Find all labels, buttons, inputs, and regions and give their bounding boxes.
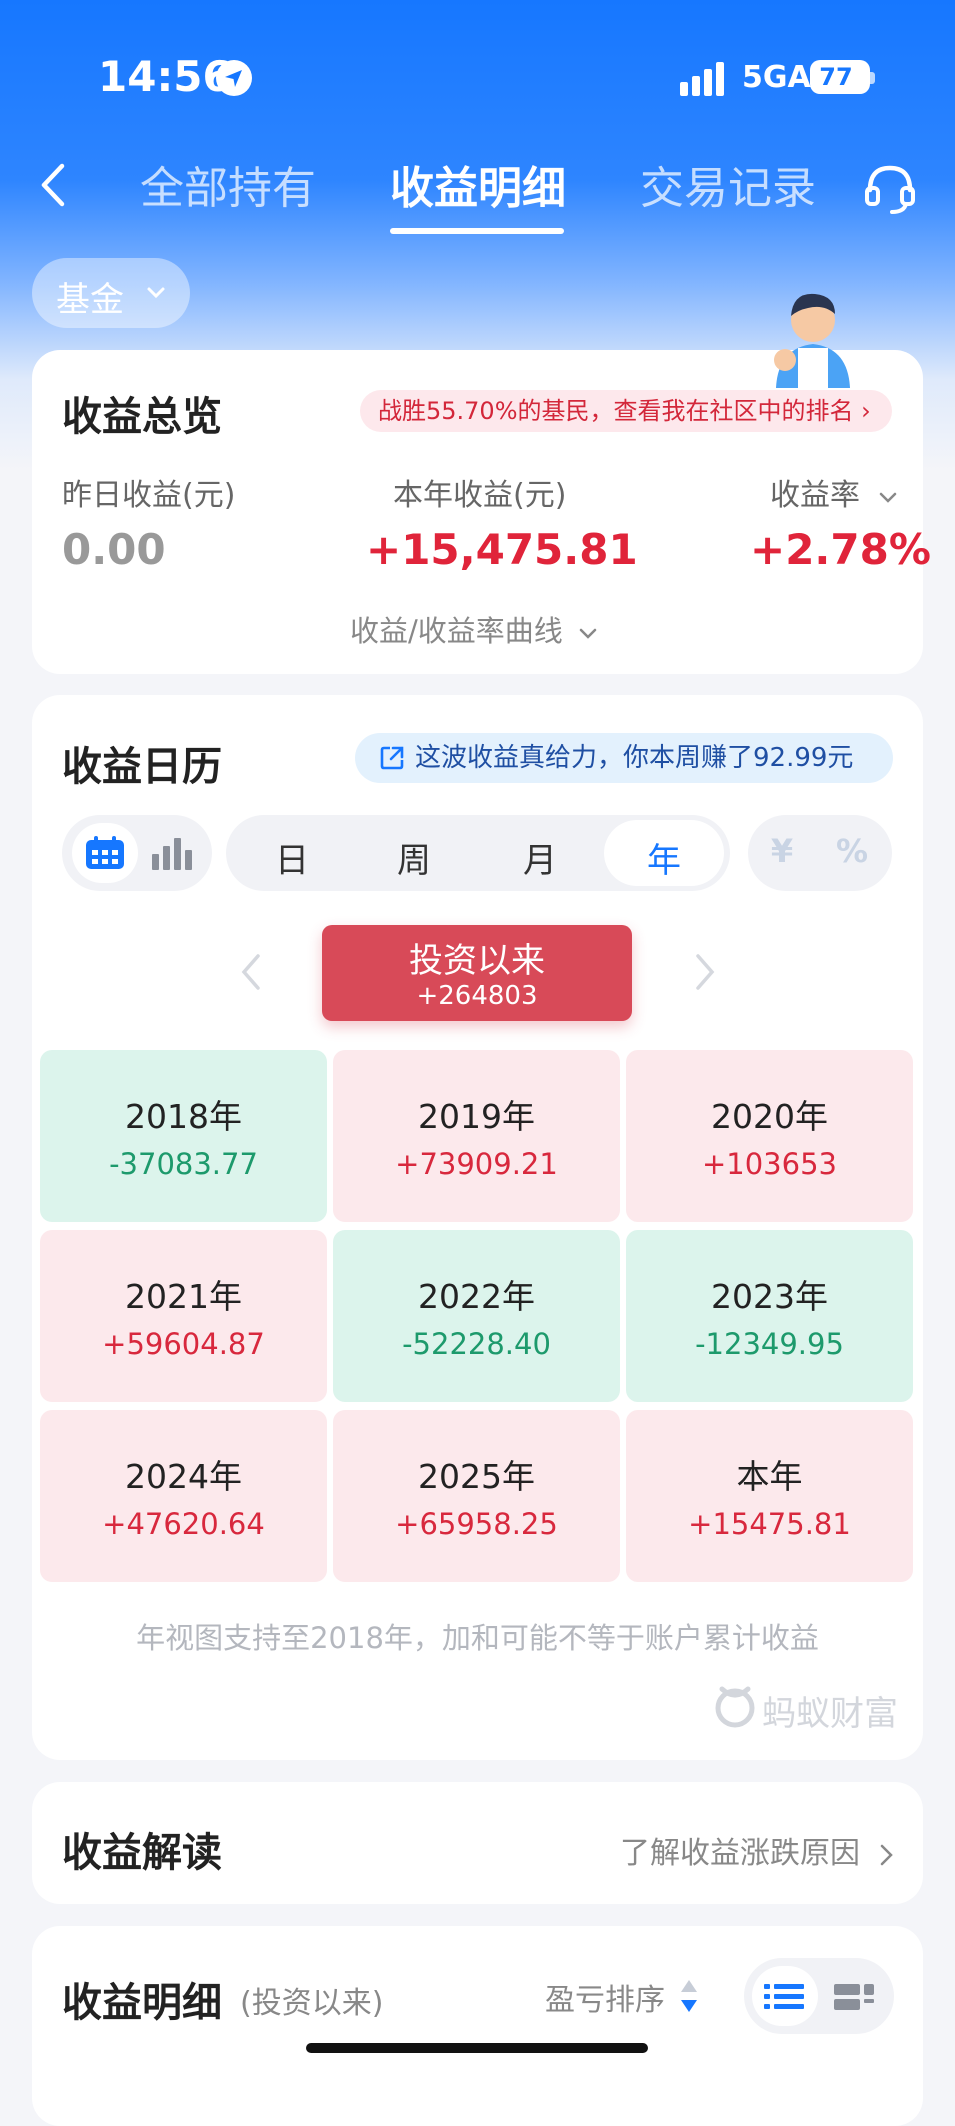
period-month[interactable]: 月 [500, 833, 580, 882]
calendar-title: 收益日历 [62, 744, 222, 790]
profit-rate-label: 收益率 [770, 478, 860, 513]
status-time: 14:56 [98, 52, 232, 101]
profit-curve-toggle[interactable]: 收益/收益率曲线 [350, 608, 600, 650]
period-day[interactable]: 日 [252, 833, 332, 882]
previous-range-button[interactable] [238, 950, 264, 1004]
year-cell[interactable]: 2025年 +65958.25 [333, 1410, 620, 1582]
sort-icon [678, 1976, 700, 2016]
ranking-badge[interactable]: 战胜55.70%的基民，查看我在社区中的排名 › [360, 390, 892, 432]
year-label: 2023年 [711, 1277, 828, 1316]
chevron-left-icon [241, 954, 260, 990]
signal-strength-icon [680, 62, 728, 96]
year-cell[interactable]: 2022年 -52228.40 [333, 1230, 620, 1402]
yesterday-profit-label: 昨日收益(元) [62, 478, 236, 513]
ant-fortune-logo [712, 1683, 758, 1729]
card-layout-icon [834, 1984, 874, 2010]
year-cell[interactable]: 2020年 +103653 [626, 1050, 913, 1222]
year-profit-value: +15,475.81 [366, 525, 638, 574]
location-arrow-icon [216, 60, 252, 96]
home-indicator [306, 2043, 648, 2053]
profit-rate-selector[interactable]: 收益率 [770, 470, 900, 514]
bar-chart-icon [152, 838, 192, 870]
interpretation-link[interactable]: 了解收益涨跌原因 [620, 1828, 896, 1872]
range-total-value: +264803 [416, 981, 538, 1011]
year-cell[interactable]: 本年 +15475.81 [626, 1410, 913, 1582]
year-profit-value: -52228.40 [402, 1327, 551, 1361]
chevron-left-icon [41, 163, 65, 207]
next-range-button[interactable] [692, 950, 718, 1004]
year-cell[interactable]: 2021年 +59604.87 [40, 1230, 327, 1402]
year-cell[interactable]: 2018年 -37083.77 [40, 1050, 327, 1222]
active-tab-indicator [390, 228, 564, 234]
chevron-down-icon [147, 287, 165, 299]
list-icon [764, 1982, 804, 2016]
unit-percent[interactable]: % [822, 832, 882, 870]
year-label: 本年 [736, 1457, 803, 1496]
year-cell[interactable]: 2023年 -12349.95 [626, 1230, 913, 1402]
range-summary[interactable]: 投资以来 +264803 [322, 925, 632, 1021]
year-label: 2019年 [418, 1097, 535, 1136]
interpretation-title: 收益解读 [62, 1830, 222, 1876]
weekly-profit-share-banner[interactable]: 这波收益真给力，你本周赚了92.99元 [355, 733, 893, 783]
year-label: 2018年 [125, 1097, 242, 1136]
tab-transactions[interactable]: 交易记录 [640, 152, 816, 216]
unit-amount[interactable]: ¥ [752, 832, 812, 870]
headset-icon [865, 165, 915, 214]
tab-profit-details[interactable]: 收益明细 [390, 152, 566, 216]
interpretation-link-label: 了解收益涨跌原因 [620, 1836, 860, 1871]
sort-by-profit-button[interactable]: 盈亏排序 [545, 1975, 665, 2019]
year-profit-value: +103653 [701, 1147, 837, 1181]
calendar-icon [84, 835, 126, 875]
card-layout-button[interactable] [834, 1982, 874, 2016]
share-icon [378, 744, 406, 772]
chevron-down-icon [879, 492, 896, 503]
chevron-down-icon [579, 628, 597, 639]
detail-title: 收益明细 [62, 1980, 222, 2026]
fund-filter-label: 基金 [56, 280, 124, 320]
year-label: 2025年 [418, 1457, 535, 1496]
detail-range-subtitle: (投资以来) [240, 1986, 384, 2021]
year-profit-value: +15475.81 [688, 1507, 851, 1541]
battery-level: 77 [819, 63, 853, 91]
chevron-right-icon [880, 1844, 893, 1865]
mascot-illustration [758, 278, 868, 388]
profit-rate-value: +2.78% [750, 525, 931, 574]
year-label: 2022年 [418, 1277, 535, 1316]
year-profit-value: -37083.77 [109, 1147, 258, 1181]
profit-curve-label: 收益/收益率曲线 [350, 614, 563, 648]
tab-holdings[interactable]: 全部持有 [140, 152, 316, 216]
bar-chart-view-button[interactable] [150, 836, 192, 874]
period-week[interactable]: 周 [374, 833, 454, 882]
yesterday-profit-value: 0.00 [62, 525, 166, 574]
year-profit-value: -12349.95 [695, 1327, 844, 1361]
year-cell[interactable]: 2019年 +73909.21 [333, 1050, 620, 1222]
year-label: 2020年 [711, 1097, 828, 1136]
year-profit-value: +47620.64 [102, 1507, 265, 1541]
brand-name: 蚂蚁财富 [762, 1694, 898, 1734]
year-profit-value: +73909.21 [395, 1147, 558, 1181]
year-profit-value: +59604.87 [102, 1327, 265, 1361]
overview-title: 收益总览 [62, 394, 222, 440]
battery-icon: 77 [810, 60, 870, 94]
year-label: 2021年 [125, 1277, 242, 1316]
fund-type-filter[interactable]: 基金 [32, 258, 190, 328]
year-label: 2024年 [125, 1457, 242, 1496]
range-title: 投资以来 [409, 941, 545, 981]
year-profit-label: 本年收益(元) [393, 478, 567, 513]
chevron-right-icon [696, 954, 715, 990]
period-year[interactable]: 年 [624, 833, 704, 882]
year-profit-value: +65958.25 [395, 1507, 558, 1541]
year-cell[interactable]: 2024年 +47620.64 [40, 1410, 327, 1582]
battery-cap [870, 72, 875, 84]
customer-service-button[interactable] [862, 160, 918, 216]
back-button[interactable] [30, 160, 80, 210]
year-view-footnote: 年视图支持至2018年，加和可能不等于账户累计收益 [136, 1621, 819, 1655]
network-type: 5GA [742, 60, 811, 95]
